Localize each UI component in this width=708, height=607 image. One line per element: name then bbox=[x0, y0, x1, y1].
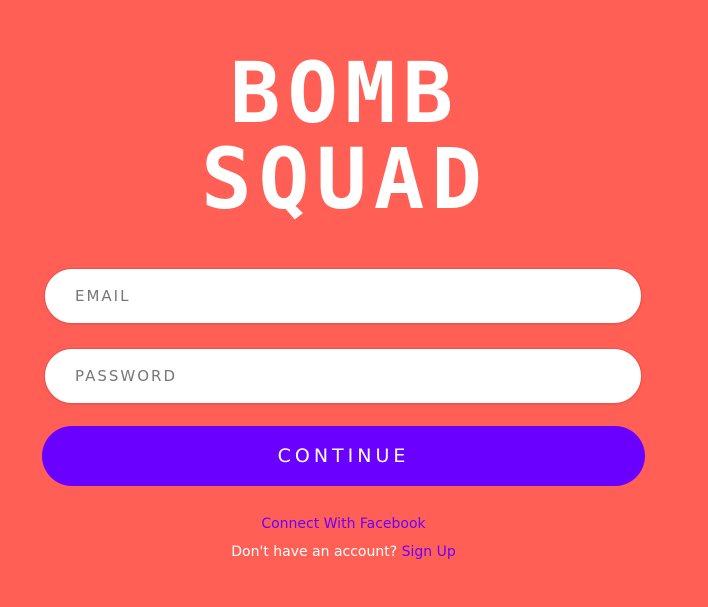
no-account-text: Don't have an account? bbox=[231, 544, 398, 560]
password-field[interactable] bbox=[44, 348, 642, 404]
sign-up-link[interactable]: Sign Up bbox=[402, 544, 456, 560]
signup-prompt: Don't have an account? Sign Up bbox=[0, 544, 687, 560]
continue-button[interactable]: CONTINUE bbox=[42, 426, 645, 486]
logo-line-bottom: SQUAD bbox=[201, 130, 489, 228]
app-logo: BOMB SQUAD bbox=[0, 50, 690, 222]
connect-facebook-link[interactable]: Connect With Facebook bbox=[0, 516, 687, 532]
email-field[interactable] bbox=[44, 268, 642, 324]
logo-line-top: BOMB bbox=[229, 44, 461, 142]
